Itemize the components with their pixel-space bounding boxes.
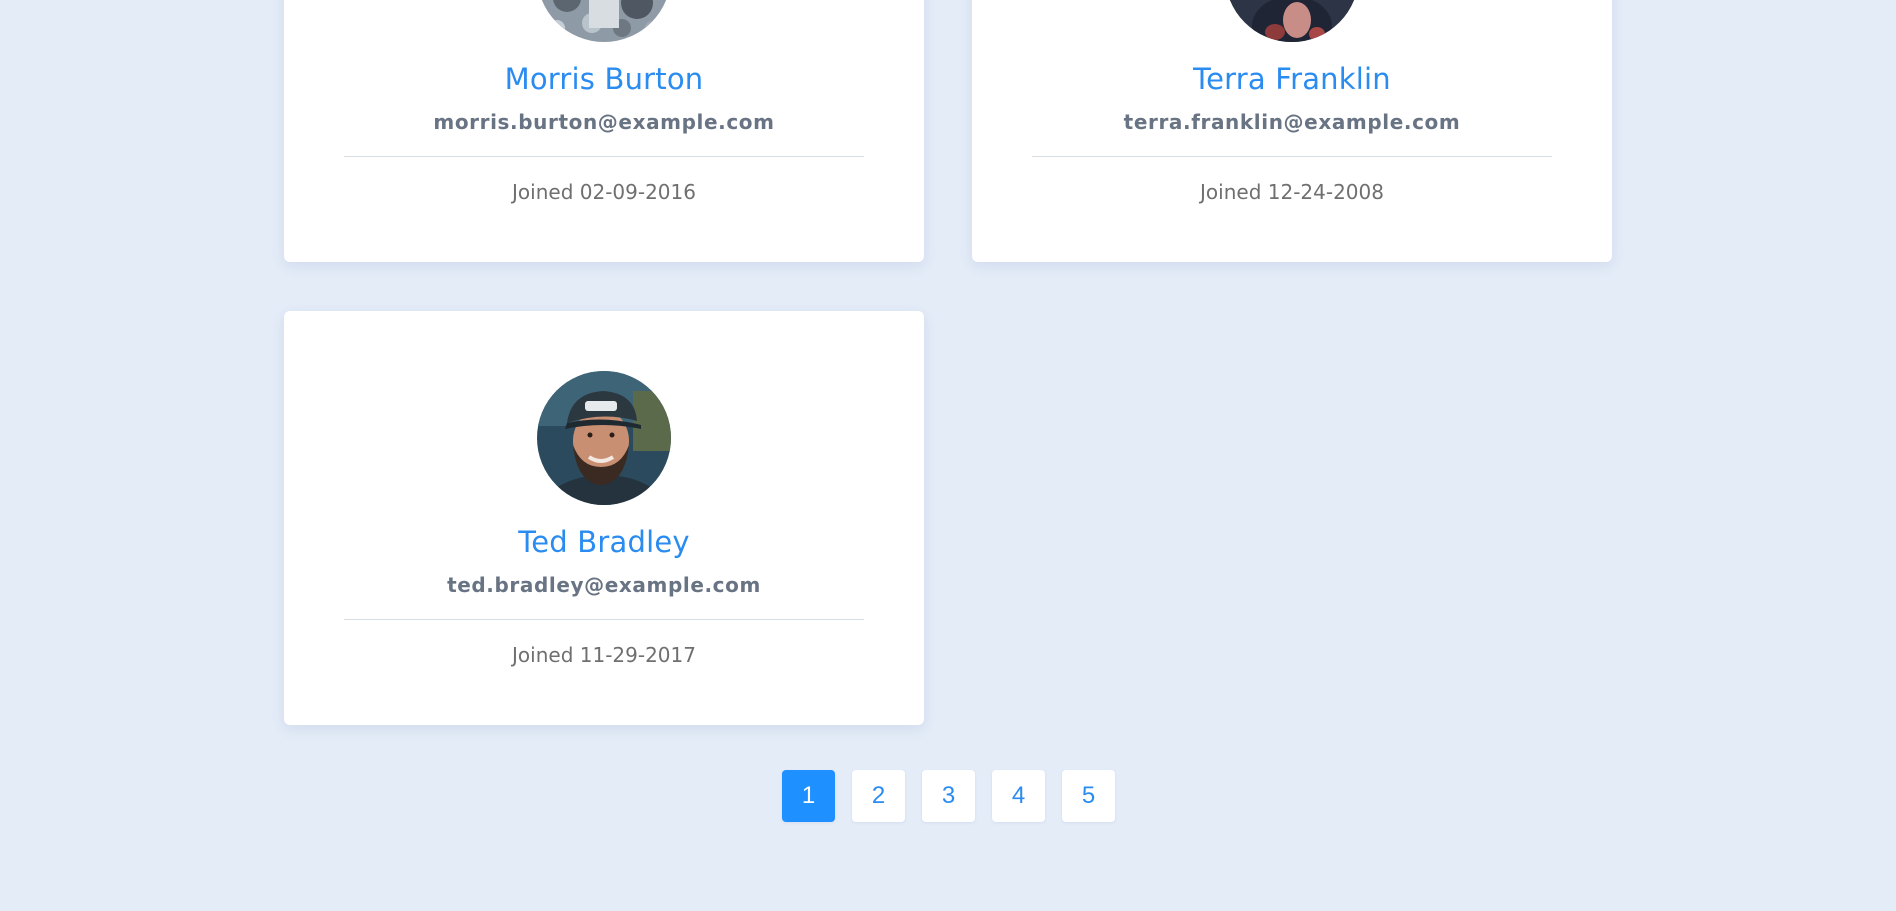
user-photo-icon <box>537 371 671 505</box>
user-name: Terra Franklin <box>1193 62 1391 96</box>
user-photo-icon <box>537 0 671 42</box>
user-email: morris.burton@example.com <box>433 110 775 134</box>
user-card: Morris Burton morris.burton@example.com … <box>284 0 924 262</box>
page-button-4[interactable]: 4 <box>992 770 1045 822</box>
user-card: Terra Franklin terra.franklin@example.co… <box>972 0 1612 262</box>
user-email: ted.bradley@example.com <box>447 573 761 597</box>
page-button-2[interactable]: 2 <box>852 770 905 822</box>
page-button-5[interactable]: 5 <box>1062 770 1115 822</box>
joined-date: Joined 02-09-2016 <box>512 180 696 204</box>
user-avatar <box>1225 0 1359 42</box>
user-name: Ted Bradley <box>518 525 690 559</box>
card-divider <box>344 156 864 157</box>
joined-date: Joined 11-29-2017 <box>512 643 696 667</box>
user-name: Morris Burton <box>504 62 704 96</box>
page-button-3[interactable]: 3 <box>922 770 975 822</box>
card-divider <box>344 619 864 620</box>
card-divider <box>1032 156 1552 157</box>
page-button-1[interactable]: 1 <box>782 770 835 822</box>
joined-date: Joined 12-24-2008 <box>1200 180 1384 204</box>
user-avatar <box>537 371 671 505</box>
pagination: 1 2 3 4 5 <box>782 770 1115 822</box>
user-photo-icon <box>1225 0 1359 42</box>
user-email: terra.franklin@example.com <box>1123 110 1461 134</box>
user-avatar <box>537 0 671 42</box>
user-card: Ted Bradley ted.bradley@example.com Join… <box>284 311 924 725</box>
